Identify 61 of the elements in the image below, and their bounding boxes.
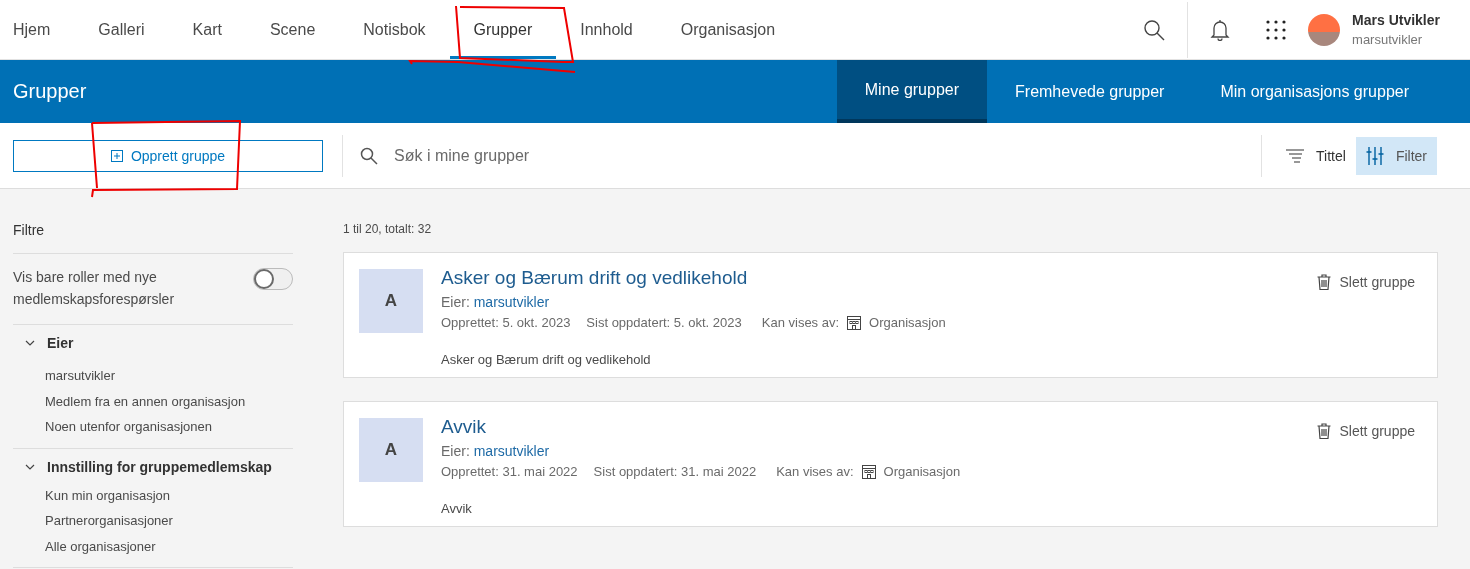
nav-tab[interactable]: Scene <box>245 3 340 59</box>
filters-heading: Filtre <box>13 189 293 254</box>
filter-option[interactable]: marsutvikler <box>13 363 293 389</box>
delete-group-button[interactable]: Slett gruppe <box>1310 273 1421 291</box>
filter-option[interactable]: Kun min organisasjon <box>13 482 293 508</box>
group-thumbnail: A <box>359 418 423 482</box>
sort-button[interactable]: Tittel <box>1276 136 1356 175</box>
bell-icon[interactable] <box>1210 18 1231 41</box>
nav-tab[interactable]: Organisasjon <box>656 3 800 59</box>
owner-link[interactable]: marsutvikler <box>473 294 550 310</box>
toggle-label: Vis bare roller med nye medlemskapsforespørsler <box>13 268 176 309</box>
trash-icon <box>1316 274 1331 290</box>
create-group-button[interactable]: Opprett gruppe <box>13 139 323 172</box>
delete-group-button[interactable]: Slett gruppe <box>1310 422 1421 440</box>
filter-button[interactable]: Filter <box>1355 136 1437 175</box>
group-tab[interactable]: Mine grupper <box>836 60 988 123</box>
created-date: Opprettet: 5. okt. 2023 <box>441 314 571 330</box>
visibility-label: Kan vises av: <box>761 314 840 330</box>
filter-section-header[interactable]: Eier <box>13 325 293 363</box>
nav-tab[interactable]: Notisbok <box>339 3 450 59</box>
page-title: Grupper <box>12 79 87 104</box>
filter-option[interactable]: Noen utenfor organisasjonen <box>13 414 293 440</box>
building-icon <box>860 463 877 479</box>
toggle-switch[interactable] <box>253 268 293 290</box>
group-title-link[interactable]: Avvik <box>441 416 1311 438</box>
filter-option[interactable]: Alle organisasjoner <box>13 533 293 559</box>
search-icon[interactable] <box>1143 18 1166 41</box>
chevron-icon <box>25 338 35 348</box>
sliders-icon <box>1365 146 1384 165</box>
nav-tab[interactable]: Hjem <box>0 3 75 59</box>
owner-label: Eier: <box>441 294 470 310</box>
visibility-value: Organisasjon <box>869 314 946 330</box>
created-date: Opprettet: 31. mai 2022 <box>441 463 578 479</box>
filter-section-header[interactable]: Innstilling for gruppemedlemskap <box>13 448 293 483</box>
group-title-link[interactable]: Asker og Bærum drift og vedlikehold <box>441 267 1311 289</box>
trash-icon <box>1316 423 1331 439</box>
user-name: Mars Utvikler <box>1352 12 1440 28</box>
owner-link[interactable]: marsutvikler <box>473 443 550 459</box>
visibility-value: Organisasjon <box>883 463 961 479</box>
group-description: Avvik <box>441 501 473 516</box>
group-tab[interactable]: Fremhevede grupper <box>987 60 1193 123</box>
nav-tab[interactable]: Innhold <box>556 3 657 59</box>
user-username: marsutvikler <box>1352 32 1424 47</box>
group-thumbnail: A <box>359 269 423 333</box>
plus-icon <box>110 149 123 162</box>
visibility-label: Kan vises av: <box>776 463 854 479</box>
group-description: Asker og Bærum drift og vedlikehold <box>441 352 652 367</box>
search-icon <box>360 146 378 165</box>
nav-tab[interactable]: Galleri <box>74 3 169 59</box>
updated-date: Sist oppdatert: 31. mai 2022 <box>593 463 757 479</box>
owner-label: Eier: <box>441 443 470 459</box>
sort-icon <box>1286 148 1305 163</box>
result-count: 1 til 20, totalt: 32 <box>343 221 433 238</box>
updated-date: Sist oppdatert: 5. okt. 2023 <box>586 314 742 330</box>
filter-option[interactable]: Medlem fra en annen organisasjon <box>13 388 293 414</box>
app-grid-icon[interactable] <box>1266 19 1287 40</box>
filter-option[interactable]: Partnerorganisasjoner <box>13 508 293 534</box>
building-icon <box>846 314 863 330</box>
group-tab[interactable]: Min organisasjons grupper <box>1192 60 1437 123</box>
nav-tab[interactable]: Kart <box>168 3 246 59</box>
avatar[interactable] <box>1308 13 1341 46</box>
